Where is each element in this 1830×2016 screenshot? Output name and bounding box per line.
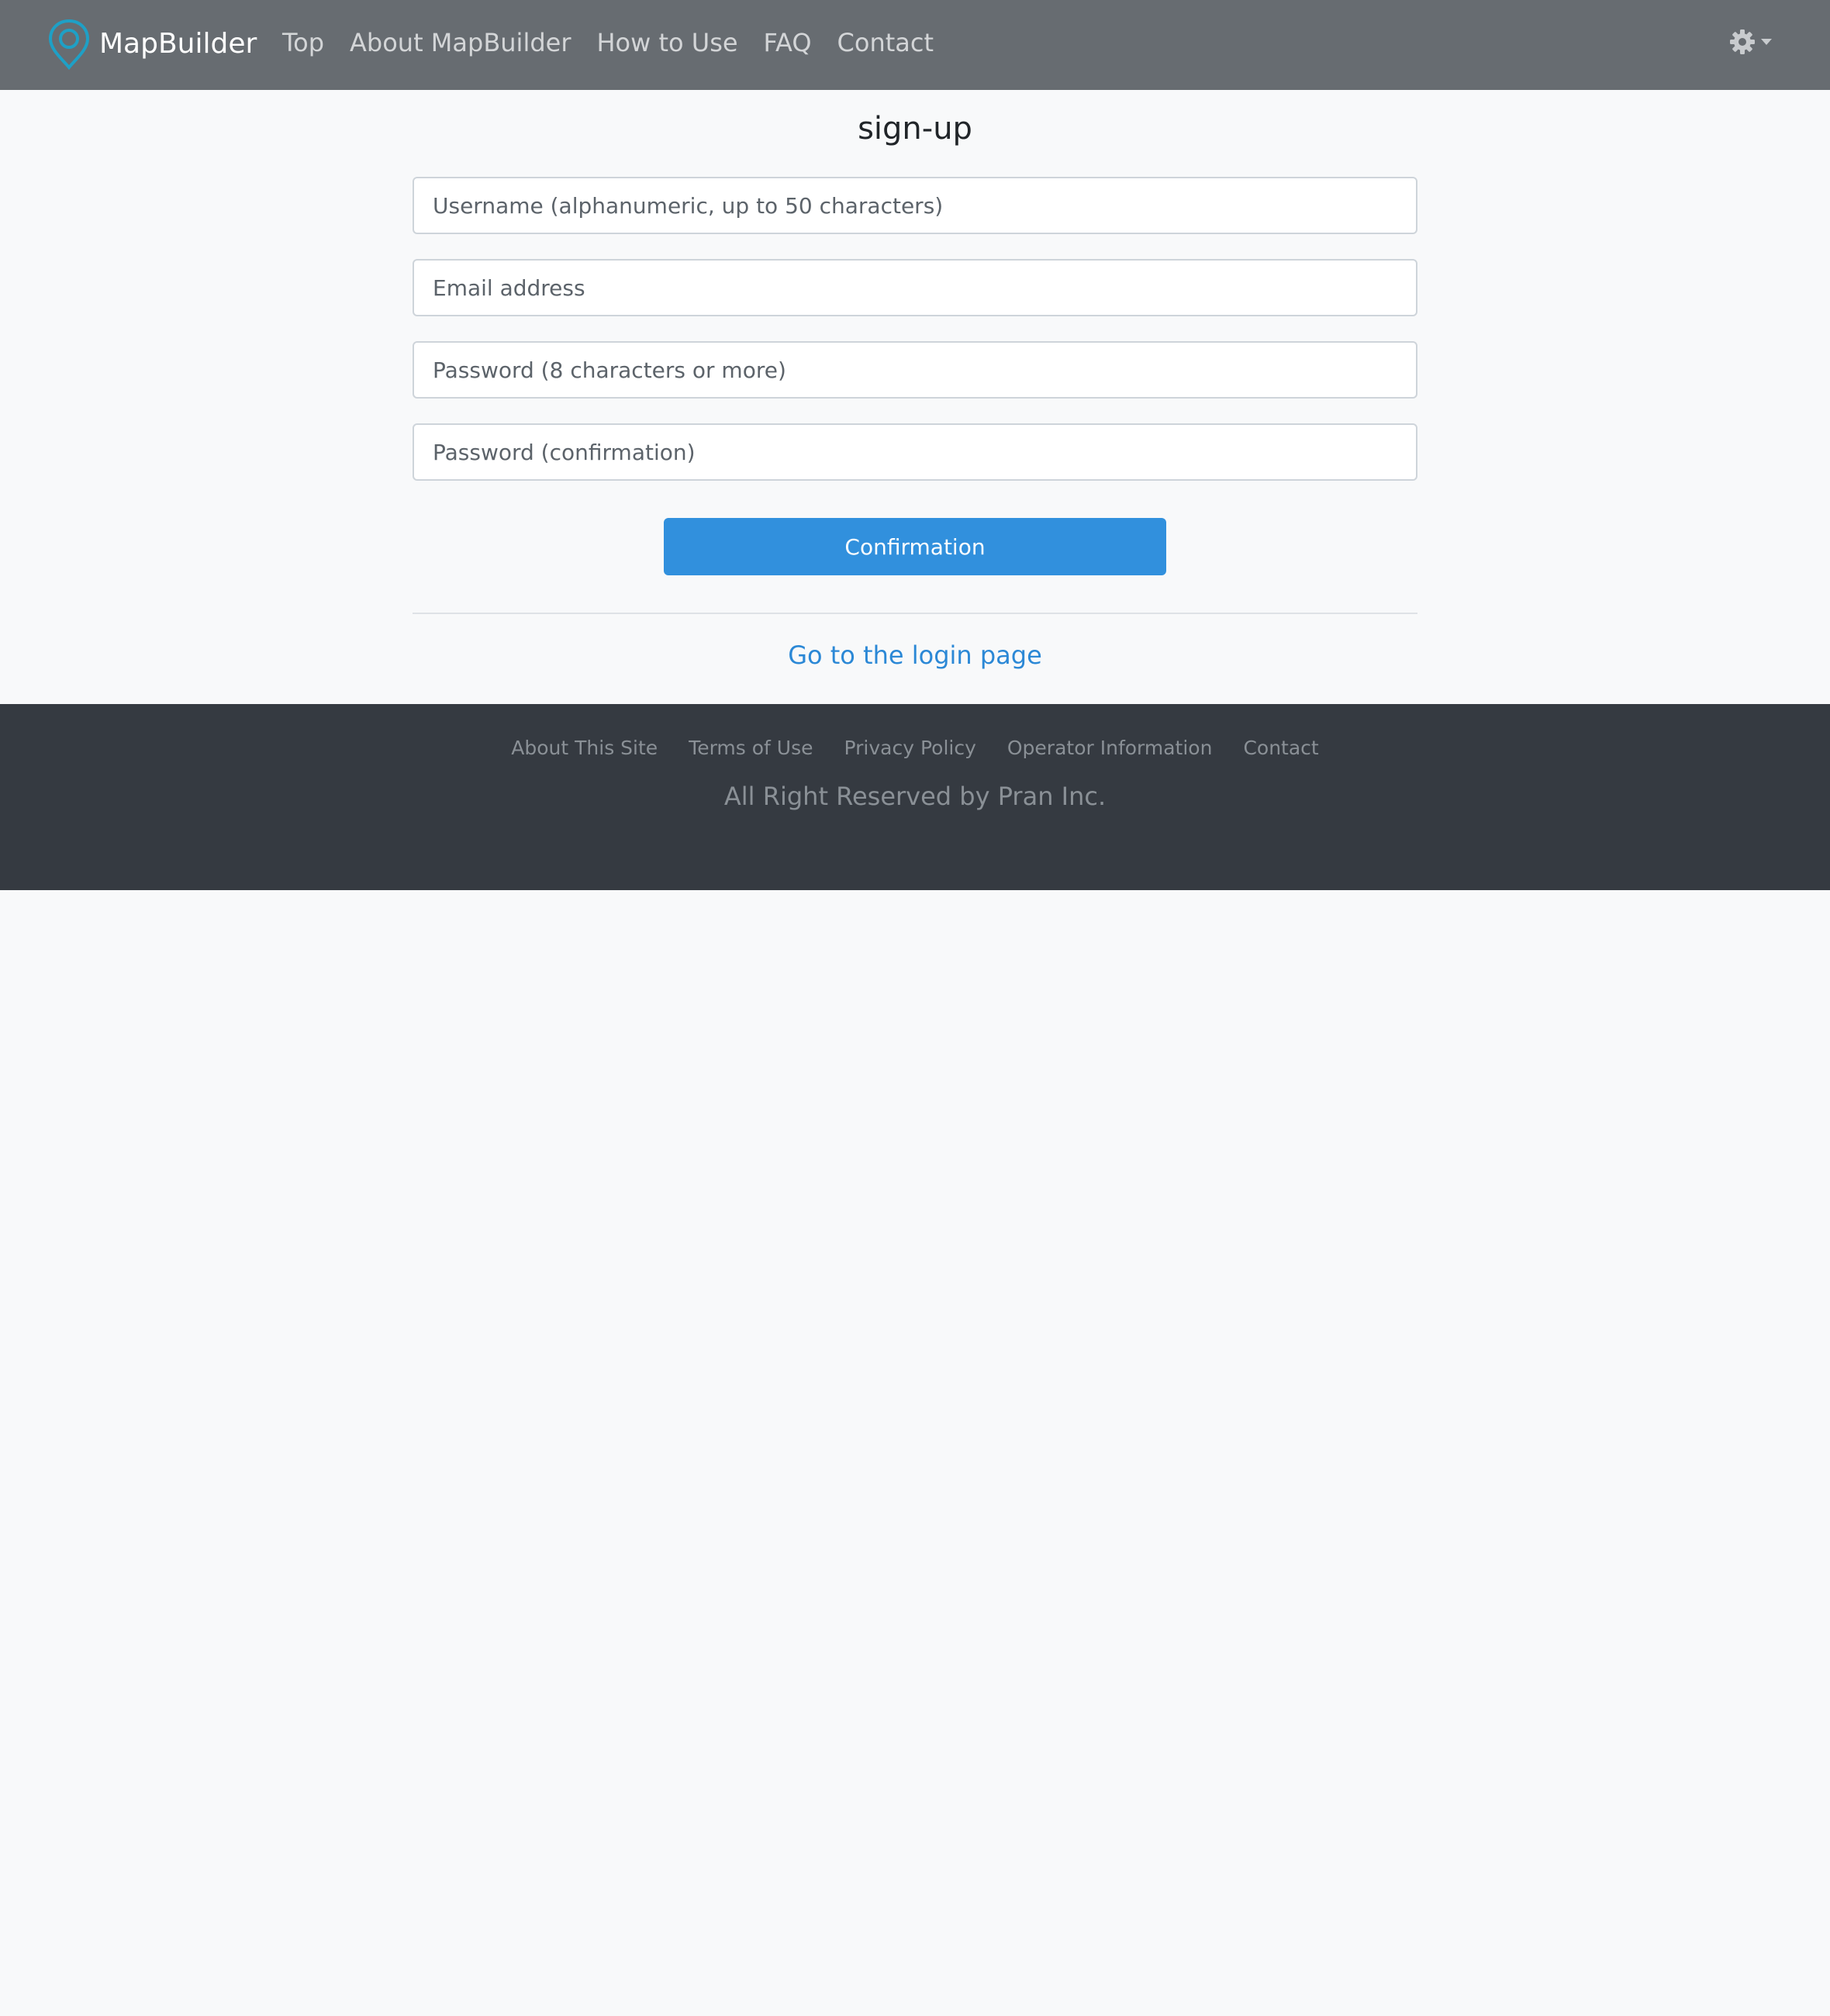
page-title: sign-up [858, 111, 972, 147]
footer-link-privacy-policy[interactable]: Privacy Policy [844, 737, 976, 759]
username-field[interactable] [413, 177, 1417, 234]
footer-link-about-this-site[interactable]: About This Site [511, 737, 658, 759]
chevron-down-icon [1761, 39, 1772, 45]
password-confirm-field[interactable] [413, 423, 1417, 481]
footer-nav: About This Site Terms of Use Privacy Pol… [0, 737, 1830, 759]
nav-faq[interactable]: FAQ [764, 30, 812, 55]
nav-about-mapbuilder[interactable]: About MapBuilder [350, 30, 571, 55]
copyright-text: All Right Reserved by Pran Inc. [723, 782, 1107, 811]
top-navbar: MapBuilder Top About MapBuilder How to U… [0, 0, 1830, 90]
footer-link-terms-of-use[interactable]: Terms of Use [689, 737, 813, 759]
brand-link[interactable]: MapBuilder [48, 19, 257, 70]
signup-section: sign-up Confirmation Go to the login pag… [0, 90, 1830, 704]
divider [413, 613, 1417, 614]
map-pin-icon [48, 19, 90, 70]
password-field[interactable] [413, 341, 1417, 399]
nav-top[interactable]: Top [282, 30, 324, 55]
nav-contact[interactable]: Contact [837, 30, 934, 55]
footer-link-contact[interactable]: Contact [1243, 737, 1318, 759]
confirmation-button[interactable]: Confirmation [664, 518, 1166, 575]
email-field[interactable] [413, 259, 1417, 316]
gear-icon [1730, 29, 1755, 54]
footer-link-operator-information[interactable]: Operator Information [1007, 737, 1213, 759]
brand-name: MapBuilder [99, 28, 257, 60]
footer: About This Site Terms of Use Privacy Pol… [0, 704, 1830, 890]
nav-how-to-use[interactable]: How to Use [596, 30, 737, 55]
login-page-link[interactable]: Go to the login page [0, 640, 1830, 670]
main-nav: Top About MapBuilder How to Use FAQ Cont… [282, 23, 959, 62]
settings-dropdown-button[interactable] [1729, 26, 1773, 57]
